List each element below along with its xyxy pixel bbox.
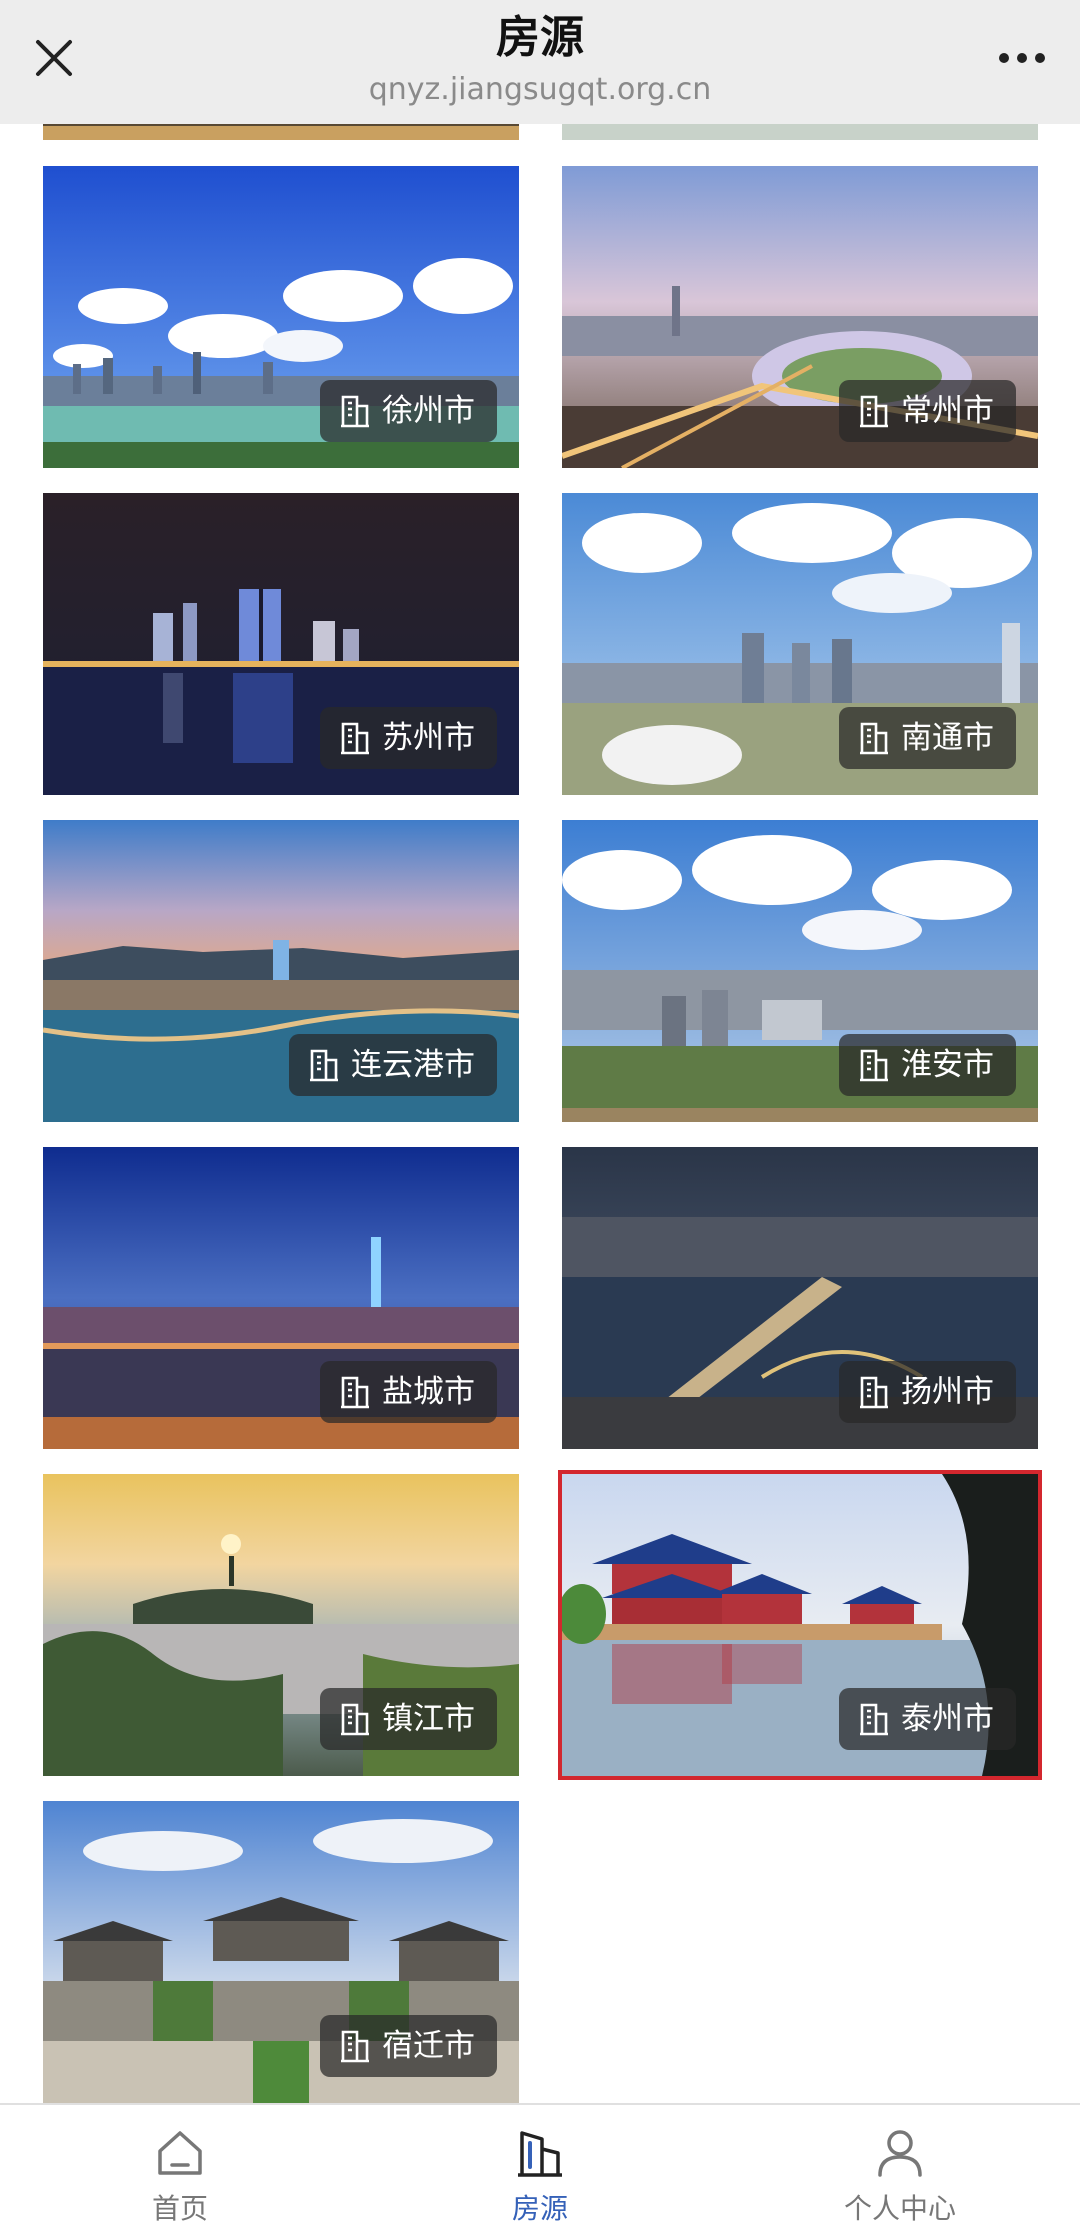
city-label: 南通市 xyxy=(839,707,1016,769)
city-card-yangzhou[interactable]: 扬州市 xyxy=(562,1147,1038,1449)
city-grid: 徐州市 常州市 苏州市 南通市 连云港市 淮安市 盐城市 扬州市 镇江市 泰州市… xyxy=(0,0,1080,2103)
building-icon xyxy=(860,1376,888,1409)
city-label: 镇江市 xyxy=(320,1688,497,1750)
city-label: 泰州市 xyxy=(839,1688,1016,1750)
city-name: 泰州市 xyxy=(901,1701,994,1737)
nav-listings-label: 房源 xyxy=(511,2192,568,2225)
city-label: 宿迁市 xyxy=(320,2015,497,2077)
city-label: 淮安市 xyxy=(839,1034,1016,1096)
city-name: 淮安市 xyxy=(901,1047,994,1083)
city-label: 连云港市 xyxy=(289,1034,497,1096)
city-card-suqian[interactable]: 宿迁市 xyxy=(43,1801,519,2103)
city-name: 常州市 xyxy=(901,393,994,429)
city-card-huaian[interactable]: 淮安市 xyxy=(562,820,1038,1122)
person-icon xyxy=(878,2130,922,2177)
building-icon xyxy=(341,2030,369,2063)
city-card-lianyungang[interactable]: 连云港市 xyxy=(43,820,519,1122)
city-name: 苏州市 xyxy=(382,720,475,756)
city-label: 扬州市 xyxy=(839,1361,1016,1423)
city-card-nantong[interactable]: 南通市 xyxy=(562,493,1038,795)
city-card-xuzhou[interactable]: 徐州市 xyxy=(43,166,519,468)
building-icon xyxy=(518,2131,562,2177)
page-domain: qnyz.jiangsugqt.org.cn xyxy=(368,72,712,107)
building-icon xyxy=(341,722,369,755)
more-button[interactable] xyxy=(992,40,1052,76)
city-name: 盐城市 xyxy=(382,1374,475,1410)
city-name: 连云港市 xyxy=(351,1047,475,1083)
city-name: 徐州市 xyxy=(382,393,475,429)
bottom-nav: 首页 房源 个人中心 xyxy=(0,2103,1080,2237)
city-card-suzhou[interactable]: 苏州市 xyxy=(43,493,519,795)
building-icon xyxy=(310,1049,338,1082)
nav-profile[interactable]: 个人中心 xyxy=(800,2105,1000,2237)
building-icon xyxy=(341,1376,369,1409)
building-icon xyxy=(860,1703,888,1736)
city-name: 扬州市 xyxy=(901,1374,994,1410)
building-icon xyxy=(341,395,369,428)
app-root: 徐州市 常州市 苏州市 南通市 连云港市 淮安市 盐城市 扬州市 镇江市 泰州市… xyxy=(0,0,1080,2237)
page-title: 房源 xyxy=(496,12,584,63)
city-label: 徐州市 xyxy=(320,380,497,442)
city-name: 南通市 xyxy=(901,720,994,756)
nav-home-label: 首页 xyxy=(151,2192,208,2225)
nav-listings[interactable]: 房源 xyxy=(440,2105,640,2237)
building-icon xyxy=(860,722,888,755)
city-card-changzhou[interactable]: 常州市 xyxy=(562,166,1038,468)
nav-profile-label: 个人中心 xyxy=(843,2192,956,2225)
city-name: 镇江市 xyxy=(382,1701,475,1737)
more-icon xyxy=(999,53,1045,63)
building-icon xyxy=(341,1703,369,1736)
city-card-taizhou[interactable]: 泰州市 xyxy=(558,1470,1042,1780)
browser-header: 房源 qnyz.jiangsugqt.org.cn xyxy=(0,0,1080,124)
home-icon xyxy=(158,2131,202,2175)
nav-home[interactable]: 首页 xyxy=(80,2105,280,2237)
city-name: 宿迁市 xyxy=(382,2028,475,2064)
building-icon xyxy=(860,395,888,428)
city-label: 常州市 xyxy=(839,380,1016,442)
city-label: 苏州市 xyxy=(320,707,497,769)
building-icon xyxy=(860,1049,888,1082)
city-label: 盐城市 xyxy=(320,1361,497,1423)
city-card-zhenjiang[interactable]: 镇江市 xyxy=(43,1474,519,1776)
city-card-yancheng[interactable]: 盐城市 xyxy=(43,1147,519,1449)
